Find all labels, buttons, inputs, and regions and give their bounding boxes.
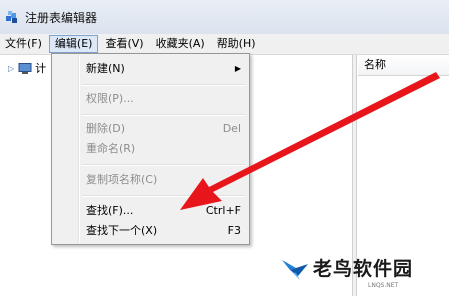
- menu-item-find-label: 查找(F)...: [86, 204, 134, 217]
- menu-item-find-next[interactable]: 查找下一个(X) F3: [86, 221, 241, 239]
- watermark-text: 老鸟软件园: [313, 258, 414, 280]
- menu-item-find[interactable]: 查找(F)... Ctrl+F: [86, 201, 241, 219]
- shortcut-find-next: F3: [227, 223, 241, 237]
- watermark: 老鸟软件园 LNQS.NET: [280, 252, 445, 294]
- menu-item-new[interactable]: 新建(N) ▶: [86, 59, 241, 77]
- expand-arrow-icon[interactable]: ▷: [8, 64, 14, 73]
- menu-favorites[interactable]: 收藏夹(A): [151, 35, 210, 53]
- column-header-name[interactable]: 名称: [358, 55, 449, 76]
- tree-node-computer[interactable]: ▷ 计: [8, 60, 46, 76]
- submenu-arrow-icon: ▶: [234, 63, 241, 73]
- menu-item-rename[interactable]: 重命名(R): [86, 139, 241, 157]
- computer-icon: [18, 62, 32, 74]
- menu-help[interactable]: 帮助(H): [212, 35, 261, 53]
- tree-node-label: 计: [35, 62, 47, 75]
- menu-item-permissions-label: 权限(P)...: [86, 92, 134, 105]
- menu-bar: 文件(F) 编辑(E) 查看(V) 收藏夹(A) 帮助(H): [0, 34, 449, 55]
- menu-item-delete-label: 删除(D): [86, 122, 126, 135]
- edit-menu-dropdown: 新建(N) ▶ 权限(P)... 删除(D) Del 重命名(R) 复制项名称(…: [51, 53, 250, 245]
- menu-separator: [82, 84, 245, 86]
- shortcut-find: Ctrl+F: [205, 203, 241, 217]
- menu-separator: [82, 114, 245, 116]
- registry-editor-icon: [6, 11, 17, 23]
- menu-separator: [82, 164, 245, 166]
- menu-item-copy-key-name-label: 复制项名称(C): [86, 173, 158, 186]
- menu-item-find-next-label: 查找下一个(X): [86, 224, 158, 237]
- menu-item-rename-label: 重命名(R): [86, 142, 136, 155]
- shortcut-delete: Del: [222, 121, 241, 135]
- menu-item-new-label: 新建(N): [86, 62, 125, 75]
- menu-file[interactable]: 文件(F): [0, 35, 47, 53]
- menu-view[interactable]: 查看(V): [100, 35, 148, 53]
- window-title: 注册表编辑器: [25, 10, 98, 25]
- menu-item-copy-key-name[interactable]: 复制项名称(C): [86, 170, 241, 188]
- menu-separator: [82, 195, 245, 197]
- menu-item-delete[interactable]: 删除(D) Del: [86, 119, 241, 137]
- menu-edit[interactable]: 编辑(E): [48, 35, 99, 53]
- title-bar: 注册表编辑器: [0, 0, 449, 34]
- menu-item-permissions[interactable]: 权限(P)...: [86, 89, 241, 107]
- watermark-subtext: LNQS.NET: [368, 282, 399, 289]
- bird-logo-icon: [282, 260, 308, 280]
